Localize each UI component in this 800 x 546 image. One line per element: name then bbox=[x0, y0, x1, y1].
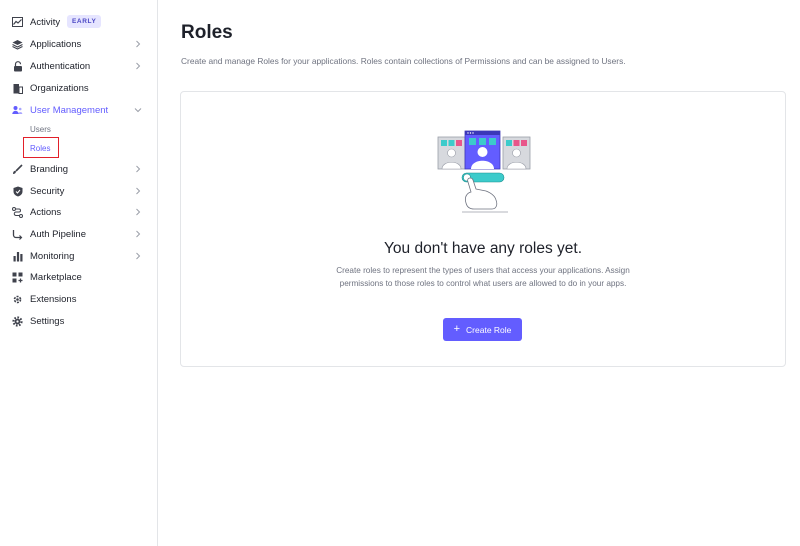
chart-line-icon bbox=[12, 17, 23, 28]
brush-icon bbox=[12, 163, 23, 175]
early-badge: EARLY bbox=[67, 15, 102, 28]
pipeline-icon bbox=[12, 229, 23, 240]
chevron-right-icon bbox=[134, 230, 142, 238]
chevron-right-icon bbox=[134, 165, 142, 173]
sidebar-item-applications[interactable]: Applications bbox=[0, 34, 157, 54]
sidebar-item-label: Actions bbox=[30, 206, 62, 218]
create-role-button[interactable]: + Create Role bbox=[443, 318, 522, 341]
flow-icon bbox=[12, 206, 23, 218]
sidebar-item-security[interactable]: Security bbox=[0, 181, 157, 201]
page-description: Create and manage Roles for your applica… bbox=[181, 56, 626, 66]
grid-plus-icon bbox=[12, 272, 23, 283]
sidebar-item-label: Organizations bbox=[30, 82, 89, 94]
sidebar-item-monitoring[interactable]: Monitoring bbox=[0, 246, 157, 266]
sidebar-item-label: Extensions bbox=[30, 293, 77, 305]
gear-icon bbox=[12, 315, 23, 327]
chevron-right-icon bbox=[134, 62, 142, 70]
sidebar-item-branding[interactable]: Branding bbox=[0, 159, 157, 179]
plus-icon: + bbox=[453, 323, 461, 335]
main-content: Roles Create and manage Roles for your a… bbox=[158, 0, 800, 546]
shield-icon bbox=[12, 186, 23, 197]
sidebar-item-label: User Management bbox=[30, 104, 109, 116]
chevron-right-icon bbox=[134, 208, 142, 216]
sidebar-item-organizations[interactable]: Organizations bbox=[0, 78, 157, 98]
sidebar-item-authentication[interactable]: Authentication bbox=[0, 56, 157, 76]
sidebar-subitem-users[interactable]: Users bbox=[30, 125, 51, 134]
sidebar-item-label: Security bbox=[30, 185, 65, 197]
sidebar-item-user-management[interactable]: User Management bbox=[0, 100, 157, 120]
sidebar-item-extensions[interactable]: Extensions bbox=[0, 289, 157, 309]
selection-highlight bbox=[23, 137, 59, 158]
sidebar-item-label: Applications bbox=[30, 38, 82, 50]
sidebar-item-label: Branding bbox=[30, 163, 69, 175]
sidebar-item-label: Activity bbox=[30, 16, 61, 28]
layers-icon bbox=[12, 39, 23, 50]
chevron-down-icon bbox=[134, 106, 142, 114]
sidebar: Activity EARLY Applications Authenticati… bbox=[0, 0, 158, 546]
chevron-right-icon bbox=[134, 187, 142, 195]
sidebar-item-label: Monitoring bbox=[30, 250, 75, 262]
sidebar-item-actions[interactable]: Actions bbox=[0, 202, 157, 222]
sidebar-item-label: Authentication bbox=[30, 60, 91, 72]
chevron-right-icon bbox=[134, 252, 142, 260]
sidebar-item-activity[interactable]: Activity EARLY bbox=[0, 12, 157, 32]
sidebar-item-label: Auth Pipeline bbox=[30, 228, 86, 240]
empty-state-card: You don't have any roles yet. Create rol… bbox=[180, 91, 786, 367]
chevron-right-icon bbox=[134, 40, 142, 48]
create-role-label: Create Role bbox=[466, 324, 512, 335]
roles-illustration bbox=[437, 130, 531, 213]
empty-state-description: Create roles to represent the types of u… bbox=[336, 266, 630, 288]
gear-outline-icon bbox=[12, 294, 23, 305]
sidebar-item-auth-pipeline[interactable]: Auth Pipeline bbox=[0, 224, 157, 244]
building-icon bbox=[12, 83, 23, 94]
page-title: Roles bbox=[181, 22, 233, 43]
sidebar-item-settings[interactable]: Settings bbox=[0, 311, 157, 331]
sidebar-item-label: Settings bbox=[30, 315, 65, 327]
bar-chart-icon bbox=[12, 251, 23, 262]
empty-state-title: You don't have any roles yet. bbox=[384, 240, 582, 257]
sidebar-item-label: Marketplace bbox=[30, 271, 82, 283]
users-icon bbox=[12, 105, 23, 116]
sidebar-item-marketplace[interactable]: Marketplace bbox=[0, 267, 157, 287]
lock-icon bbox=[12, 60, 23, 72]
